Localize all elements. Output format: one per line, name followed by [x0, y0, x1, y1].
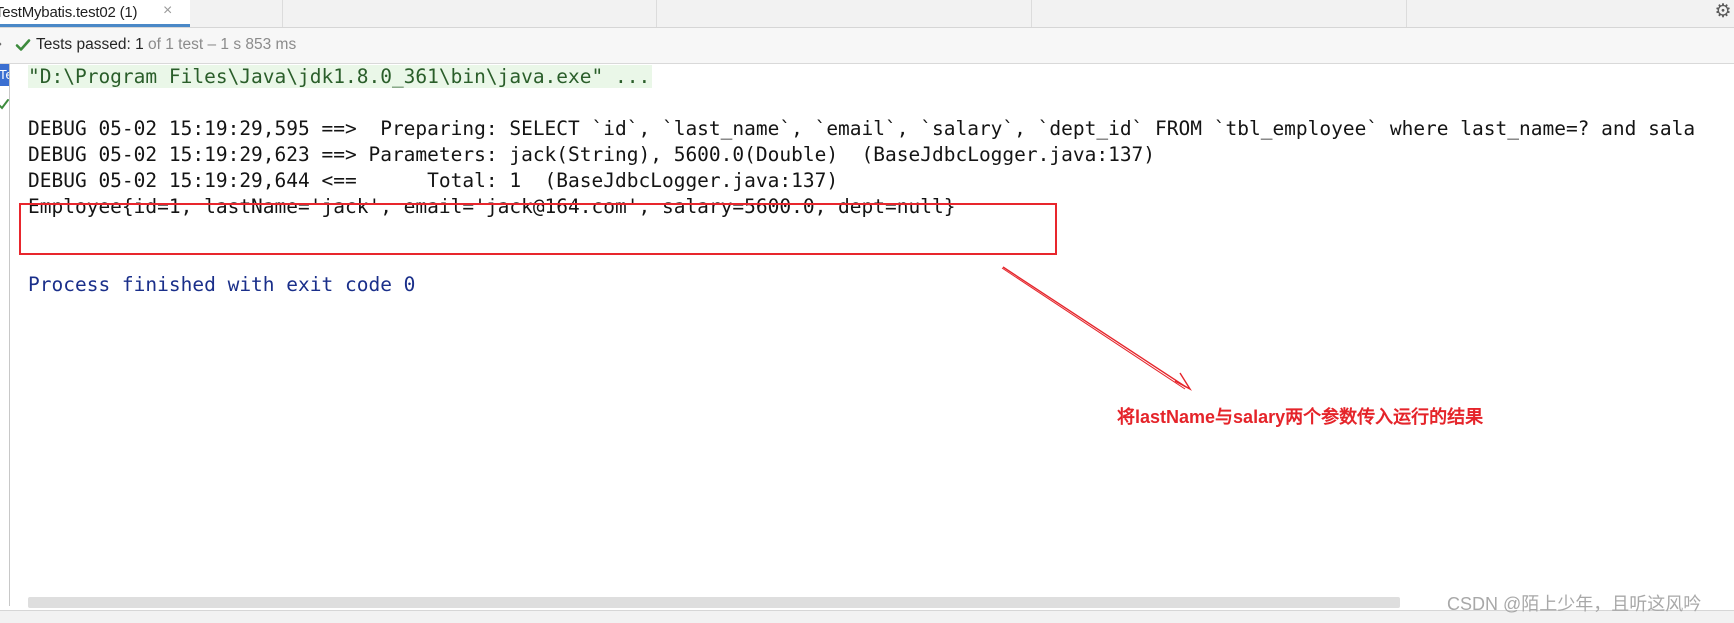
- tab-divider: [1031, 0, 1032, 27]
- gear-icon[interactable]: ⚙: [1712, 1, 1734, 23]
- console-gutter: Te: [0, 64, 10, 606]
- java-command-line: "D:\Program Files\Java\jdk1.8.0_361\bin\…: [28, 65, 653, 88]
- check-icon: [0, 99, 9, 110]
- run-tab-bar: TestMybatis.test02 (1) × ⚙: [0, 0, 1734, 28]
- run-tab[interactable]: TestMybatis.test02 (1) ×: [0, 0, 190, 27]
- run-tab-title: TestMybatis.test02 (1): [0, 4, 138, 21]
- debug-parameters-line: DEBUG 05-02 15:19:29,623 ==> Parameters:…: [28, 143, 1156, 166]
- test-status-text: Tests passed: 1 of 1 test – 1 s 853 ms: [36, 36, 296, 54]
- chevron-right-icon[interactable]: ›: [0, 35, 2, 52]
- console-output[interactable]: "D:\Program Files\Java\jdk1.8.0_361\bin\…: [28, 64, 1734, 594]
- tab-divider: [1406, 0, 1407, 27]
- test-tree-marker[interactable]: Te: [0, 64, 9, 86]
- tab-divider: [282, 0, 283, 27]
- test-duration-detail: of 1 test – 1 s 853 ms: [148, 36, 297, 53]
- result-highlight-box: [19, 203, 1057, 255]
- annotation-label: 将lastName与salary两个参数传入运行的结果: [1117, 407, 1484, 427]
- close-icon[interactable]: ×: [163, 2, 172, 20]
- debug-preparing-line: DEBUG 05-02 15:19:29,595 ==> Preparing: …: [28, 117, 1696, 140]
- debug-total-line: DEBUG 05-02 15:19:29,644 <== Total: 1 (B…: [28, 169, 839, 192]
- process-finished-line: Process finished with exit code 0: [28, 273, 416, 296]
- test-status-bar: › Tests passed: 1 of 1 test – 1 s 853 ms: [0, 28, 1734, 64]
- tests-passed-label: Tests passed: 1: [36, 36, 144, 53]
- check-icon: [15, 39, 31, 51]
- watermark: CSDN @陌上少年，且听这风吟: [1447, 594, 1702, 614]
- tab-divider: [656, 0, 657, 27]
- horizontal-scrollbar[interactable]: [28, 597, 1400, 608]
